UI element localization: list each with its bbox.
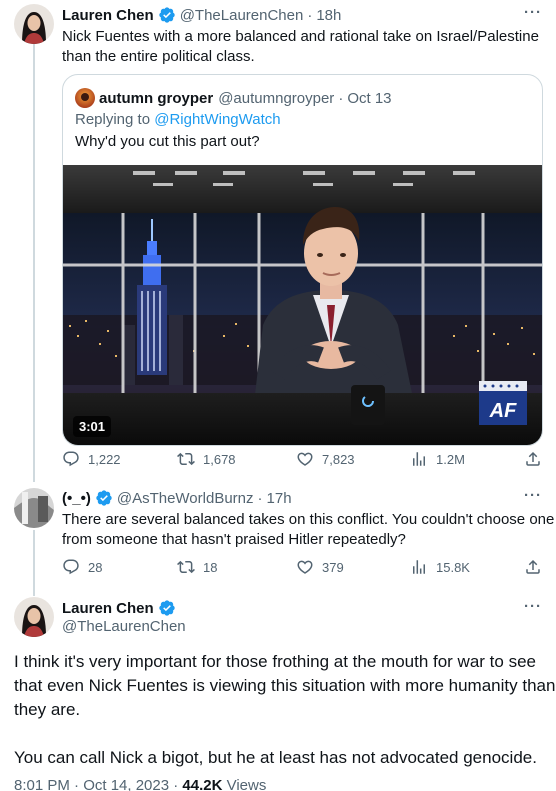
replying-to: Replying to @RightWingWatch	[75, 111, 281, 128]
reply-icon	[63, 451, 79, 467]
views-icon	[413, 452, 425, 466]
tweet-time[interactable]: 17h	[267, 490, 292, 507]
quote-avatar	[75, 88, 95, 108]
author-handle[interactable]: @TheLaurenChen	[62, 618, 186, 635]
video-duration: 3:01	[73, 416, 112, 437]
retweet-button[interactable]: 1,678	[177, 450, 236, 468]
author-name[interactable]: Lauren Chen	[62, 7, 154, 24]
tweet-text-line: Nick Fuentes with a more balanced and ra…	[62, 28, 539, 45]
tweet-header: (•_•) @AsTheWorldBurnz · 17h	[62, 488, 292, 508]
verified-badge-icon	[159, 600, 175, 616]
separator-dot: ·	[338, 89, 344, 107]
tweet-text-line: You can call Nick a bigot, but he at lea…	[14, 748, 537, 767]
tweet-text: Nick Fuentes with a more balanced and ra…	[62, 27, 539, 67]
video-thumbnail: AF	[63, 165, 542, 445]
retweet-button[interactable]: 18	[177, 558, 217, 576]
tweet-text-line: than the entire political class.	[62, 48, 255, 65]
tweet-text-line: I think it's very important for those fr…	[14, 652, 536, 671]
reply-icon	[63, 559, 79, 575]
replying-handle-link[interactable]: @RightWingWatch	[154, 111, 280, 128]
video-player[interactable]: AF 3:01	[63, 165, 542, 445]
avatar[interactable]	[14, 597, 54, 637]
like-button[interactable]: 379	[296, 558, 344, 576]
retweet-count: 1,678	[203, 451, 236, 467]
verified-badge-icon	[96, 490, 112, 506]
replying-prefix: Replying to	[75, 111, 155, 128]
like-icon	[297, 452, 313, 466]
tweet-text-line: they are.	[14, 700, 81, 719]
tweet-header: Lauren Chen	[62, 598, 180, 618]
separator-dot: ·	[307, 6, 313, 24]
quote-header: autumn groyper @autumngroyper · Oct 13	[99, 88, 392, 108]
retweet-icon	[177, 560, 195, 574]
more-icon[interactable]: ···	[524, 4, 542, 21]
views-icon	[413, 560, 425, 574]
author-name[interactable]: Lauren Chen	[62, 600, 154, 617]
views-total: 44.2K	[182, 777, 223, 791]
tweet-body: I think it's very important for those fr…	[14, 650, 555, 770]
more-icon[interactable]: ···	[524, 487, 542, 504]
reply-count: 1,222	[88, 451, 121, 467]
verified-badge-icon	[159, 7, 175, 23]
avatar[interactable]	[14, 488, 54, 528]
more-icon[interactable]: ···	[524, 598, 542, 615]
quote-text: Why'd you cut this part out?	[75, 133, 260, 150]
reply-count: 28	[88, 559, 103, 575]
quote-time: Oct 13	[347, 89, 392, 107]
action-bar: 28 18 379 15.8K	[62, 557, 542, 577]
author-handle[interactable]: @AsTheWorldBurnz	[117, 490, 254, 507]
reply-button[interactable]: 28	[62, 558, 102, 576]
quote-author-name: autumn groyper	[99, 89, 214, 107]
author-name[interactable]: (•_•)	[62, 490, 91, 507]
like-count: 379	[322, 559, 344, 575]
tweet-meta: 8:01 PM · Oct 14, 2023 · 44.2K Views	[14, 777, 266, 791]
separator-dot: ·	[257, 489, 263, 507]
like-button[interactable]: 7,823	[296, 450, 355, 468]
action-bar: 1,222 1,678 7,823 1.2M	[62, 449, 542, 469]
tweet-text-line: that even Nick Fuentes is viewing this s…	[14, 676, 556, 695]
views-count: 1.2M	[436, 451, 465, 467]
author-handle[interactable]: @TheLaurenChen	[180, 7, 304, 24]
views-label: Views	[222, 777, 267, 791]
share-icon	[526, 559, 540, 574]
watermark-logo: AF	[489, 400, 517, 422]
tweet-text-line: There are several balanced takes on this…	[62, 511, 555, 528]
tweet-timestamp[interactable]: 8:01 PM · Oct 14, 2023 ·	[14, 777, 182, 791]
thread-line	[33, 530, 35, 596]
avatar[interactable]	[14, 4, 54, 44]
views-button[interactable]: 15.8K	[410, 558, 470, 576]
share-button[interactable]	[524, 558, 550, 576]
views-button[interactable]: 1.2M	[410, 450, 465, 468]
share-icon	[526, 451, 540, 466]
retweet-count: 18	[203, 559, 218, 575]
like-count: 7,823	[322, 451, 355, 467]
views-count: 15.8K	[436, 559, 470, 575]
tweet-time[interactable]: 18h	[316, 7, 341, 24]
like-icon	[297, 560, 313, 574]
quote-author-handle: @autumngroyper	[218, 89, 335, 107]
tweet-header: Lauren Chen @TheLaurenChen · 18h	[62, 5, 341, 25]
share-button[interactable]	[524, 450, 550, 468]
quoted-tweet[interactable]: autumn groyper @autumngroyper · Oct 13 R…	[62, 74, 543, 446]
tweet-text-line: from someone that hasn't praised Hitler …	[62, 531, 406, 548]
tweet-text: There are several balanced takes on this…	[62, 510, 554, 550]
retweet-icon	[177, 452, 195, 466]
reply-button[interactable]: 1,222	[62, 450, 121, 468]
thread-line	[33, 44, 35, 482]
